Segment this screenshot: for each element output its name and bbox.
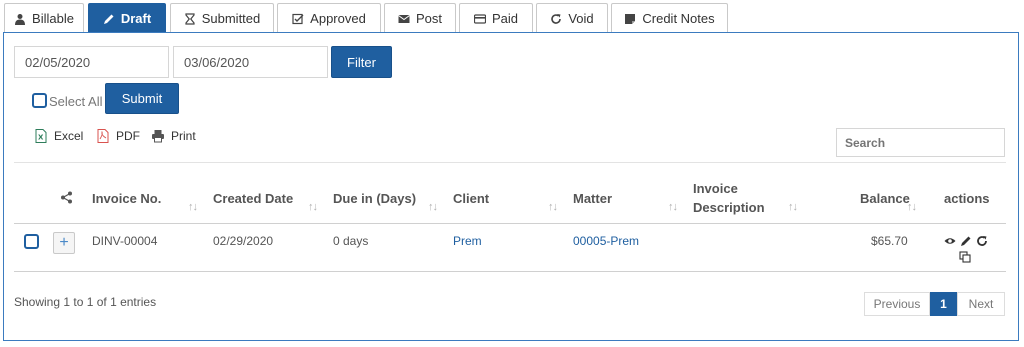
sort-icon[interactable]: ↑↓ [188,201,198,213]
refresh-icon[interactable] [976,235,988,247]
plus-icon: + [59,234,69,251]
tab-label: Approved [310,11,366,26]
envelope-icon [398,14,410,23]
excel-label: Excel [54,129,84,143]
tab-post[interactable]: Post [384,3,456,33]
excel-file-icon: X [35,129,47,143]
divider [14,223,1006,224]
tab-label: Billable [32,11,74,26]
cell-matter-link[interactable]: 00005-Prem [573,234,639,248]
select-all-label: Select All [49,94,103,109]
search-input[interactable] [836,128,1005,157]
tab-billable[interactable]: Billable [4,3,84,33]
col-actions: actions [944,191,990,206]
sort-icon[interactable]: ↑↓ [428,201,438,213]
copy-icon[interactable] [959,251,971,263]
printer-icon [152,130,164,143]
tab-paid[interactable]: Paid [459,3,533,33]
col-invoice-no[interactable]: Invoice No. [92,191,161,206]
tab-label: Submitted [201,11,261,26]
credit-card-icon [473,13,486,24]
filter-button[interactable]: Filter [331,46,392,78]
col-invoice-description-line1[interactable]: Invoice [693,181,738,196]
tab-approved[interactable]: Approved [277,3,381,33]
col-invoice-description-line2[interactable]: Description [693,200,765,215]
hourglass-icon [185,12,195,25]
col-matter[interactable]: Matter [573,191,612,206]
tab-draft[interactable]: Draft [88,3,166,33]
col-client[interactable]: Client [453,191,489,206]
sort-icon[interactable]: ↑↓ [548,201,558,213]
submit-button[interactable]: Submit [105,83,179,114]
tab-credit-notes[interactable]: Credit Notes [611,3,728,33]
pdf-file-icon [97,129,109,143]
col-due-in[interactable]: Due in (Days) [333,191,416,206]
refresh-icon [551,13,562,24]
tab-label: Void [568,11,594,26]
check-square-icon [292,13,304,24]
tab-label: Credit Notes [642,11,715,26]
expand-row-button[interactable]: + [53,232,75,254]
divider [14,271,1006,272]
draft-invoices-panel: Filter Select All Submit X Excel PDF Pri… [3,32,1019,341]
share-icon[interactable] [60,191,73,204]
print-button[interactable]: Print [151,129,196,143]
pagination-next[interactable]: Next [957,292,1005,316]
table-info: Showing 1 to 1 of 1 entries [14,295,157,309]
tab-label: Post [415,11,442,26]
sort-icon[interactable]: ↑↓ [668,201,678,213]
date-to-input[interactable] [173,46,328,78]
pdf-label: PDF [116,129,140,143]
export-pdf-button[interactable]: PDF [96,129,140,143]
edit-icon[interactable] [960,235,972,247]
sort-icon[interactable]: ↑↓ [788,201,798,213]
print-label: Print [171,129,196,143]
sort-icon[interactable]: ↑↓ [308,201,318,213]
pencil-icon [103,14,114,24]
tab-label: Paid [491,11,519,26]
cell-created-date: 02/29/2020 [213,234,274,248]
cell-client-link[interactable]: Prem [453,234,482,248]
svg-text:X: X [38,134,44,142]
pagination-page-1[interactable]: 1 [930,292,957,316]
user-icon [15,13,26,25]
select-all-checkbox[interactable] [32,93,47,108]
row-checkbox[interactable] [24,234,39,249]
cell-invoice-no: DINV-00004 [92,234,158,248]
export-excel-button[interactable]: X Excel [34,129,83,143]
pagination-previous[interactable]: Previous [864,292,930,316]
note-icon [625,13,636,24]
cell-due-in: 0 days [333,234,369,248]
view-icon[interactable] [944,235,956,247]
date-from-input[interactable] [14,46,169,78]
tab-label: Draft [120,11,152,26]
sort-icon[interactable]: ↑↓ [907,201,917,213]
tab-submitted[interactable]: Submitted [170,3,274,33]
col-balance[interactable]: Balance [860,191,910,206]
cell-balance: $65.70 [871,234,908,248]
divider [14,162,1006,163]
col-created-date[interactable]: Created Date [213,191,293,206]
tab-void[interactable]: Void [536,3,608,33]
